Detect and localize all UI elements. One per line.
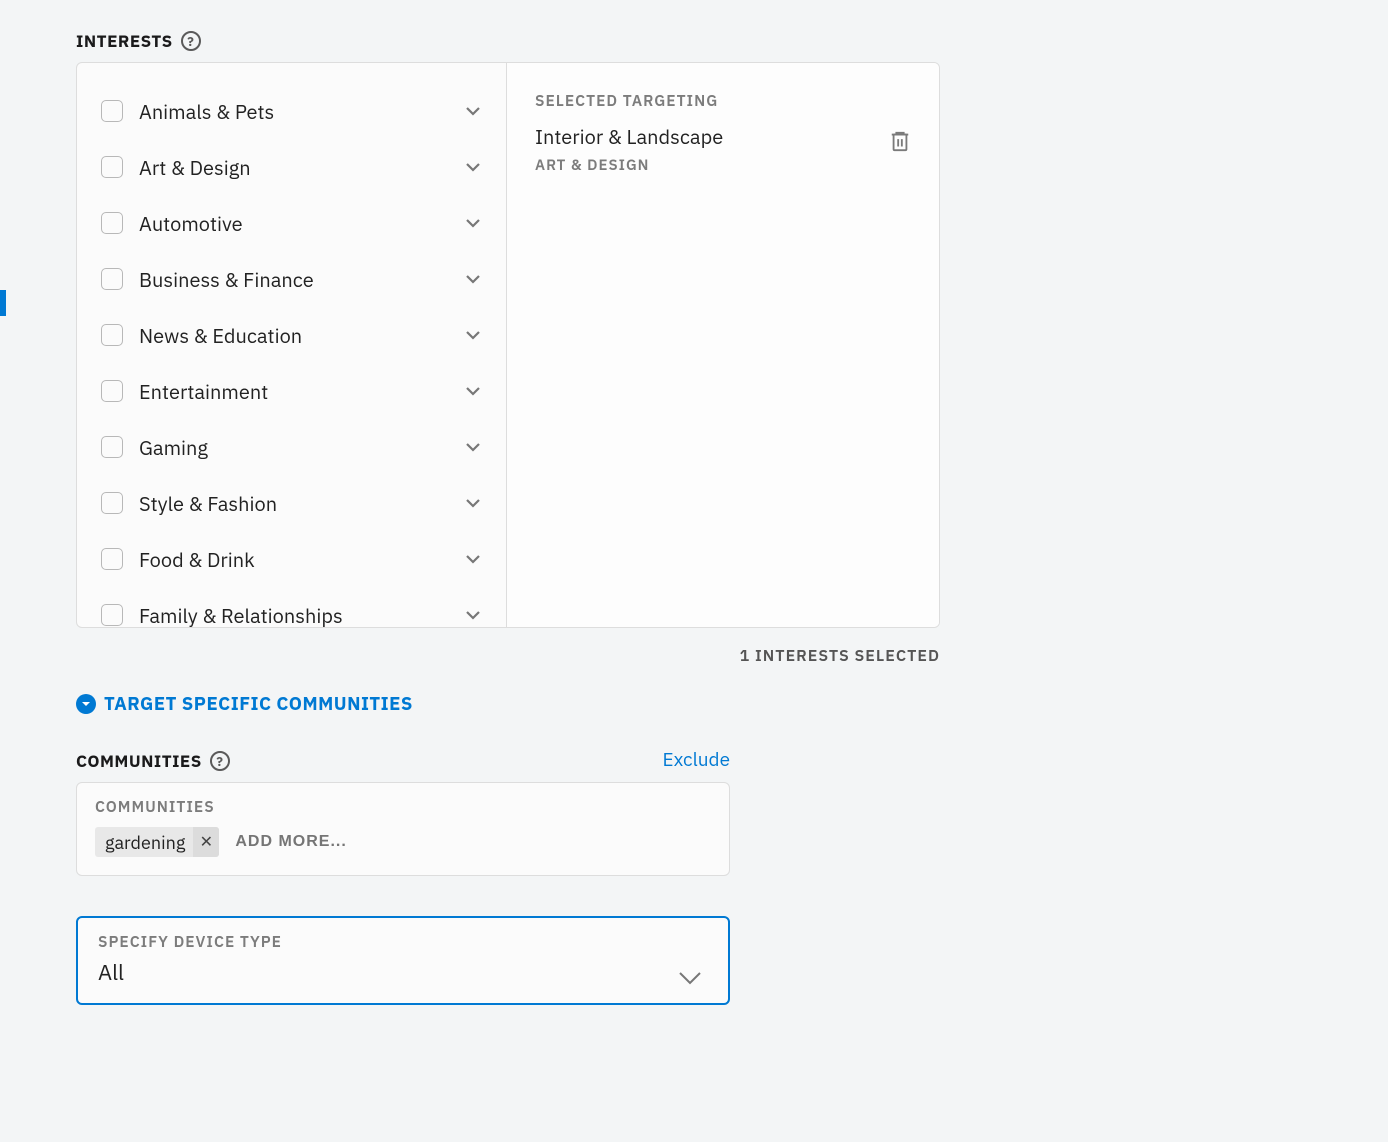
target-communities-toggle[interactable]: TARGET SPECIFIC COMMUNITIES <box>76 692 1388 716</box>
interest-row[interactable]: Entertainment <box>77 363 506 419</box>
help-icon[interactable]: ? <box>210 751 230 771</box>
community-chip: gardening ✕ <box>95 827 219 857</box>
target-communities-label: TARGET SPECIFIC COMMUNITIES <box>104 692 413 716</box>
device-type-select[interactable]: SPECIFY DEVICE TYPE All <box>76 916 730 1005</box>
checkbox[interactable] <box>101 212 123 234</box>
selected-interest-name: Interior & Landscape <box>535 123 723 150</box>
chevron-down-icon[interactable] <box>464 326 482 344</box>
communities-heading: COMMUNITIES ? <box>76 750 230 772</box>
checkbox[interactable] <box>101 604 123 626</box>
interests-count: 1 INTERESTS SELECTED <box>76 646 940 666</box>
interest-label: Food & Drink <box>139 546 464 573</box>
chevron-down-icon[interactable] <box>464 382 482 400</box>
interest-label: Business & Finance <box>139 266 464 293</box>
selected-interest-parent: ART & DESIGN <box>535 156 723 175</box>
chevron-down-icon[interactable] <box>464 606 482 624</box>
chevron-down-icon[interactable] <box>464 438 482 456</box>
interest-label: Animals & Pets <box>139 98 464 125</box>
interests-panel: Animals & Pets Art & Design Automotive Busi… <box>76 62 940 628</box>
interest-row[interactable]: Animals & Pets <box>77 83 506 139</box>
interest-label: Gaming <box>139 434 464 461</box>
selected-targeting-panel: SELECTED TARGETING Interior & Landscape … <box>507 63 939 627</box>
interest-row[interactable]: News & Education <box>77 307 506 363</box>
chevron-down-icon[interactable] <box>464 158 482 176</box>
interest-label: Automotive <box>139 210 464 237</box>
interest-row[interactable]: Gaming <box>77 419 506 475</box>
interest-row[interactable]: Art & Design <box>77 139 506 195</box>
interests-title: INTERESTS <box>76 30 173 52</box>
checkbox[interactable] <box>101 156 123 178</box>
selected-targeting-heading: SELECTED TARGETING <box>535 91 911 111</box>
checkbox[interactable] <box>101 100 123 122</box>
chip-label: gardening <box>105 831 185 854</box>
selected-interest-item: Interior & Landscape ART & DESIGN <box>535 123 911 175</box>
communities-add-input[interactable] <box>233 832 711 852</box>
device-type-label: SPECIFY DEVICE TYPE <box>98 932 282 952</box>
checkbox[interactable] <box>101 380 123 402</box>
checkbox[interactable] <box>101 548 123 570</box>
interest-label: Art & Design <box>139 154 464 181</box>
checkbox[interactable] <box>101 436 123 458</box>
interest-row[interactable]: Style & Fashion <box>77 475 506 531</box>
interest-row[interactable]: Family & Relationships <box>77 587 506 627</box>
page-indicator <box>0 290 6 316</box>
communities-field-label: COMMUNITIES <box>95 797 711 817</box>
interest-row[interactable]: Business & Finance <box>77 251 506 307</box>
communities-input-box[interactable]: COMMUNITIES gardening ✕ <box>76 782 730 876</box>
interest-label: Style & Fashion <box>139 490 464 517</box>
communities-chip-row: gardening ✕ <box>95 827 711 857</box>
chevron-down-icon[interactable] <box>464 102 482 120</box>
help-icon[interactable]: ? <box>181 31 201 51</box>
interest-label: News & Education <box>139 322 464 349</box>
checkbox[interactable] <box>101 492 123 514</box>
interest-row[interactable]: Food & Drink <box>77 531 506 587</box>
checkbox[interactable] <box>101 268 123 290</box>
interest-label: Entertainment <box>139 378 464 405</box>
chevron-down-icon[interactable] <box>464 270 482 288</box>
chevron-down-icon[interactable] <box>464 214 482 232</box>
close-icon[interactable]: ✕ <box>193 827 219 857</box>
exclude-link[interactable]: Exclude <box>663 748 730 772</box>
interest-label: Family & Relationships <box>139 602 464 628</box>
chevron-down-icon <box>676 967 704 987</box>
chevron-down-icon[interactable] <box>464 494 482 512</box>
communities-title: COMMUNITIES <box>76 750 202 772</box>
trash-icon[interactable] <box>889 129 911 153</box>
interests-heading: INTERESTS ? <box>76 30 1388 52</box>
interest-row[interactable]: Automotive <box>77 195 506 251</box>
chevron-down-circle-icon <box>76 694 96 714</box>
chevron-down-icon[interactable] <box>464 550 482 568</box>
checkbox[interactable] <box>101 324 123 346</box>
device-type-value: All <box>98 958 282 987</box>
interests-list[interactable]: Animals & Pets Art & Design Automotive Busi… <box>77 63 507 627</box>
